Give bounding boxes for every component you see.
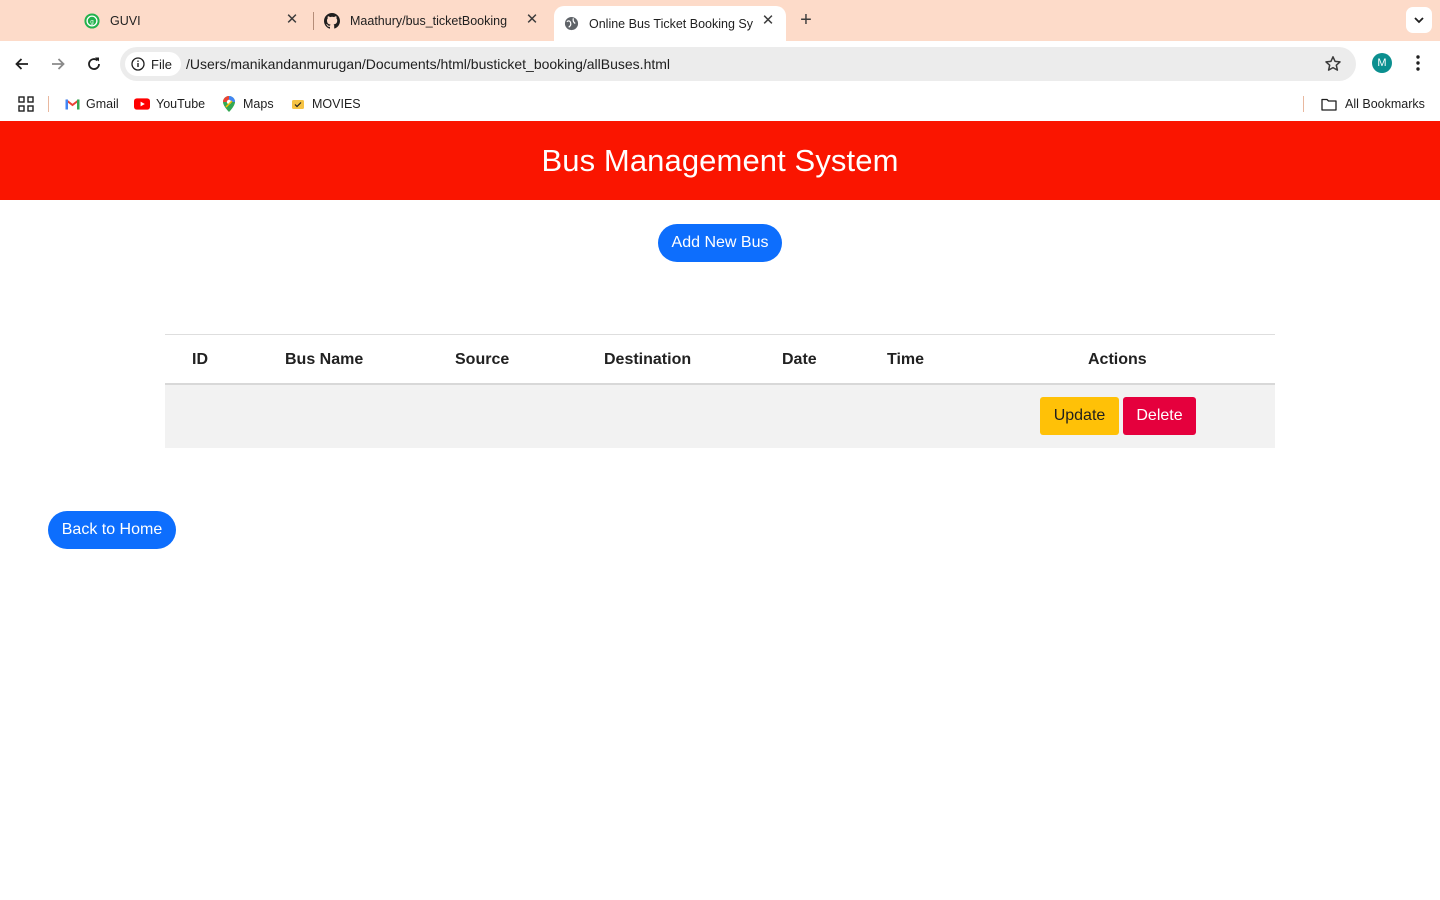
github-icon	[324, 12, 340, 29]
back-arrow-icon[interactable]	[10, 52, 34, 76]
svg-text:g: g	[90, 18, 94, 25]
buses-table: ID Bus Name Source Destination Date Time…	[165, 334, 1275, 448]
tab-github[interactable]: Maathury/bus_ticketBooking ✕	[314, 0, 550, 41]
tab-search-button[interactable]	[1406, 7, 1432, 33]
movies-icon	[290, 96, 306, 112]
kebab-menu-icon[interactable]	[1408, 52, 1428, 74]
back-to-home-button[interactable]: Back to Home	[48, 511, 176, 549]
page-header: Bus Management System	[0, 121, 1440, 200]
page-title: Bus Management System	[541, 142, 899, 178]
folder-icon	[1321, 96, 1337, 112]
close-icon[interactable]: ✕	[760, 13, 776, 29]
site-info-chip[interactable]: File	[125, 52, 181, 76]
close-icon[interactable]: ✕	[524, 12, 540, 28]
address-bar[interactable]: File /Users/manikandanmurugan/Documents/…	[120, 47, 1356, 81]
youtube-icon	[134, 96, 150, 112]
column-header-destination: Destination	[604, 351, 692, 368]
browser-tabstrip: g GUVI ✕ Maathury/bus_ticketBooking ✕ On…	[0, 0, 1440, 41]
chip-label: File	[151, 56, 172, 72]
tab-title: Maathury/bus_ticketBooking	[350, 13, 508, 28]
close-icon[interactable]: ✕	[284, 12, 300, 28]
bookmarks-bar: Gmail YouTube Maps MOVIES All Bookmarks	[0, 87, 1440, 121]
column-header-source: Source	[455, 351, 510, 368]
chevron-down-icon	[1414, 17, 1424, 24]
guvi-icon: g	[84, 12, 100, 29]
tab-title: GUVI	[110, 13, 141, 28]
add-new-bus-button[interactable]: Add New Bus	[658, 224, 782, 262]
bookmark-maps[interactable]: Maps	[221, 95, 274, 113]
bookmark-gmail[interactable]: Gmail	[64, 95, 119, 113]
info-icon	[131, 57, 145, 71]
maps-icon	[221, 96, 237, 112]
bookmark-star-icon[interactable]	[1324, 55, 1342, 73]
bookmark-movies[interactable]: MOVIES	[290, 95, 361, 113]
gmail-icon	[64, 96, 80, 112]
column-header-time: Time	[887, 351, 925, 368]
bookmark-label: Maps	[243, 97, 274, 111]
column-header-actions: Actions	[1088, 351, 1147, 368]
bookmark-label: MOVIES	[312, 97, 361, 111]
all-bookmarks-label: All Bookmarks	[1345, 97, 1425, 111]
tab-guvi[interactable]: g GUVI ✕	[74, 0, 310, 41]
browser-toolbar: File /Users/manikandanmurugan/Documents/…	[0, 41, 1440, 87]
column-header-id: ID	[192, 351, 208, 368]
column-header-date: Date	[782, 351, 817, 368]
url-text[interactable]: /Users/manikandanmurugan/Documents/html/…	[186, 56, 670, 72]
update-button[interactable]: Update	[1040, 397, 1119, 435]
bookmark-youtube[interactable]: YouTube	[134, 95, 205, 113]
reload-icon[interactable]	[82, 52, 106, 76]
profile-avatar[interactable]: M	[1372, 53, 1392, 73]
apps-grid-icon[interactable]	[18, 95, 34, 113]
bookmark-label: YouTube	[156, 97, 206, 111]
all-bookmarks-button[interactable]: All Bookmarks	[1321, 95, 1425, 113]
new-tab-button[interactable]: +	[795, 9, 817, 31]
bookmark-label: Gmail	[86, 97, 119, 111]
delete-button[interactable]: Delete	[1123, 397, 1196, 435]
globe-icon	[563, 16, 579, 32]
tab-title: Online Bus Ticket Booking Sy	[589, 16, 753, 31]
column-header-bus-name: Bus Name	[285, 351, 364, 368]
bookmarks-divider	[1303, 96, 1304, 112]
bookmarks-divider	[48, 96, 49, 112]
tab-bus-booking[interactable]: Online Bus Ticket Booking Sy ✕	[554, 6, 786, 41]
table-header-row: ID Bus Name Source Destination Date Time…	[165, 335, 1275, 385]
table-row: Update Delete	[165, 385, 1275, 448]
forward-arrow-icon[interactable]	[46, 52, 70, 76]
